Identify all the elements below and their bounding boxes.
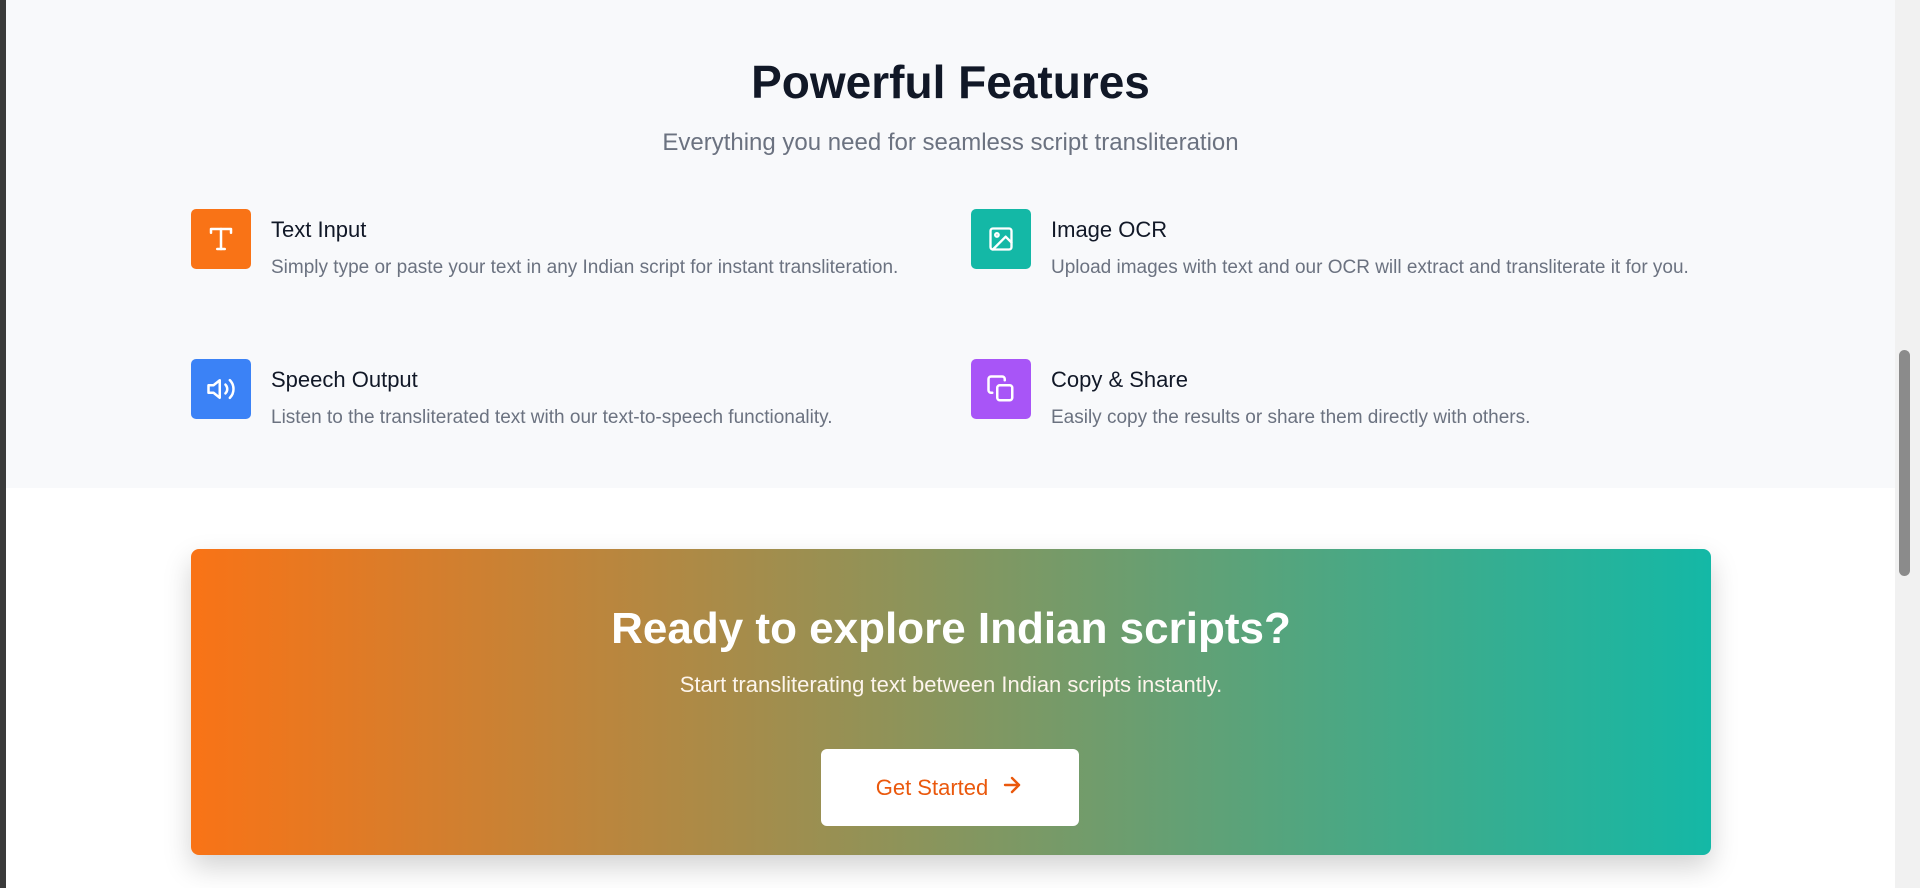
text-type-icon: [191, 209, 251, 269]
feature-description: Upload images with text and our OCR will…: [1051, 257, 1689, 278]
feature-title: Image OCR: [1051, 217, 1168, 242]
feature-title: Copy & Share: [1051, 367, 1188, 392]
get-started-button[interactable]: Get Started: [821, 749, 1079, 826]
feature-speech-output: Speech Output Listen to the transliterat…: [191, 359, 931, 469]
features-title: Powerful Features: [751, 56, 1150, 108]
speaker-icon: [191, 359, 251, 419]
copy-icon: [971, 359, 1031, 419]
feature-description: Listen to the transliterated text with o…: [271, 407, 833, 428]
features-section: Powerful Features Everything you need fo…: [6, 0, 1895, 488]
image-icon: [971, 209, 1031, 269]
feature-title: Text Input: [271, 217, 367, 242]
cta-banner: Ready to explore Indian scripts? Start t…: [191, 549, 1711, 855]
feature-image-ocr: Image OCR Upload images with text and ou…: [971, 209, 1711, 319]
features-subtitle: Everything you need for seamless script …: [662, 129, 1239, 156]
cta-subtitle: Start transliterating text between India…: [679, 672, 1223, 697]
cta-title: Ready to explore Indian scripts?: [611, 604, 1291, 653]
page-viewport: Powerful Features Everything you need fo…: [0, 0, 1920, 888]
get-started-label: Get Started: [875, 774, 989, 800]
scrollbar-thumb[interactable]: [1899, 350, 1910, 576]
feature-title: Speech Output: [271, 367, 418, 392]
feature-copy-share: Copy & Share Easily copy the results or …: [971, 359, 1711, 469]
feature-text-input: Text Input Simply type or paste your tex…: [191, 209, 931, 319]
feature-description: Simply type or paste your text in any In…: [271, 257, 899, 278]
feature-description: Easily copy the results or share them di…: [1051, 407, 1531, 428]
vertical-scrollbar[interactable]: [1895, 0, 1920, 888]
arrow-right-icon: [1000, 773, 1024, 803]
